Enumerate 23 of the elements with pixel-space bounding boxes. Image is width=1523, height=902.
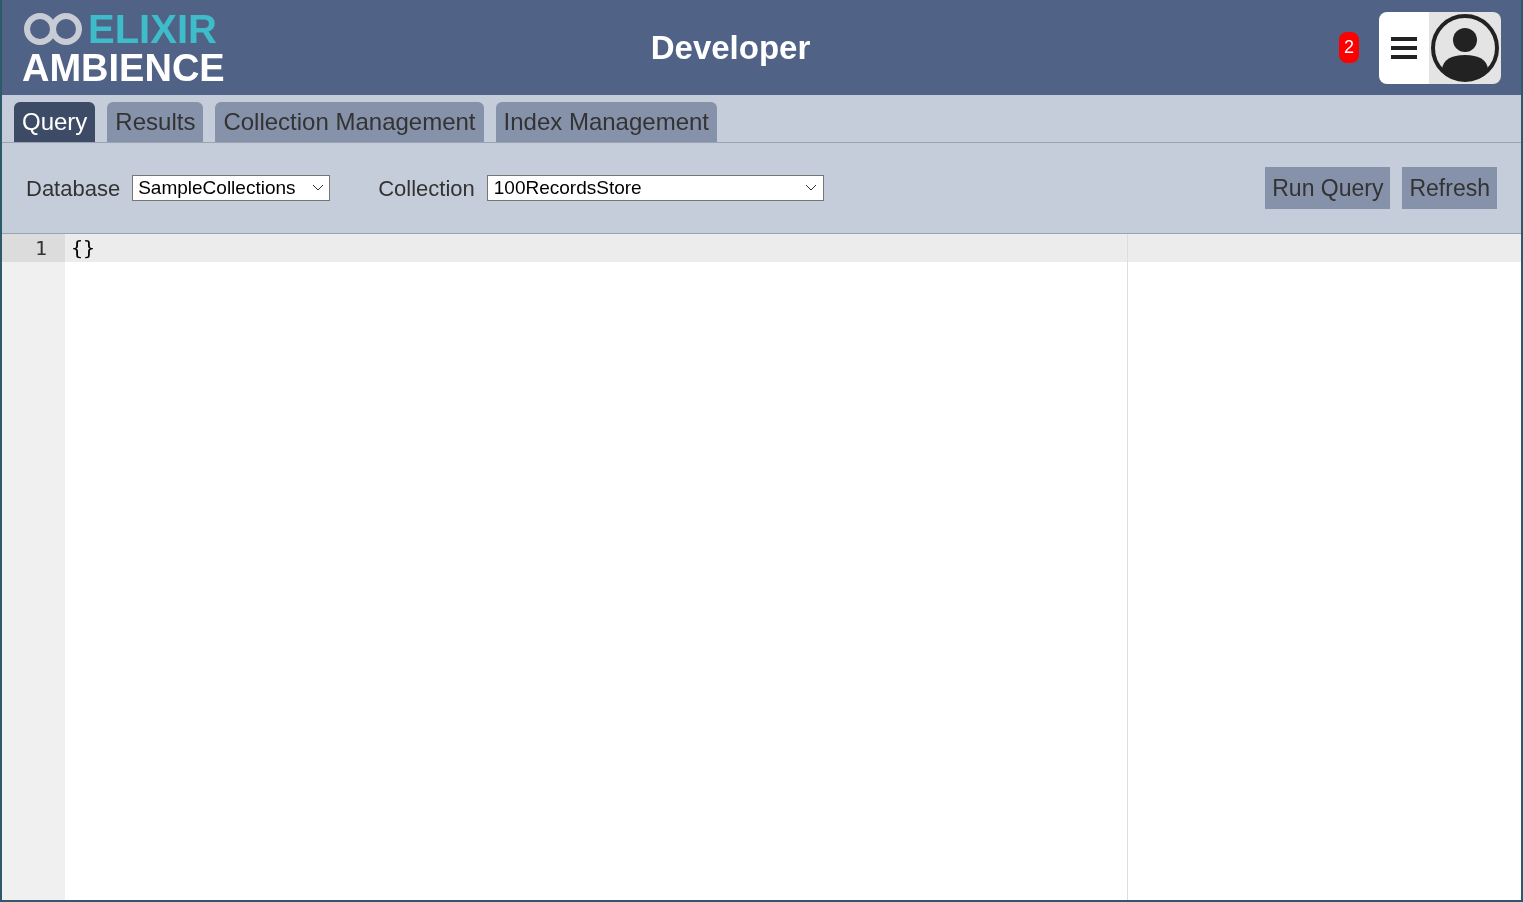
toolbar-button[interactable]: Refresh xyxy=(1402,167,1497,209)
collection-dropdown[interactable]: 100RecordsStore xyxy=(486,175,824,201)
logo-icon xyxy=(22,10,84,47)
tab[interactable]: Index Management xyxy=(495,102,717,142)
user-avatar-icon xyxy=(1430,12,1500,83)
page-title: Developer xyxy=(650,27,811,68)
chevron-down-icon xyxy=(312,184,325,192)
logo-text: ELIXIR xyxy=(88,8,217,49)
code-line: {} xyxy=(65,234,1128,262)
toolbar-button[interactable]: Run Query xyxy=(1265,167,1391,209)
tab[interactable]: Query xyxy=(14,102,96,142)
user-avatar-button[interactable] xyxy=(1429,11,1501,84)
database-dropdown[interactable]: SampleCollections xyxy=(132,175,331,201)
tab[interactable]: Results xyxy=(107,102,204,142)
notification-badge: 2 xyxy=(1339,32,1359,63)
menu-icon xyxy=(1391,36,1417,59)
collection-label: Collection xyxy=(378,174,475,203)
tab[interactable]: Collection Management xyxy=(215,102,484,142)
logo-text: AMBIENCE xyxy=(22,48,226,87)
menu-button[interactable] xyxy=(1379,11,1429,84)
database-label: Database xyxy=(26,174,121,203)
chevron-down-icon xyxy=(804,184,817,192)
line-number: 1 xyxy=(2,234,65,262)
